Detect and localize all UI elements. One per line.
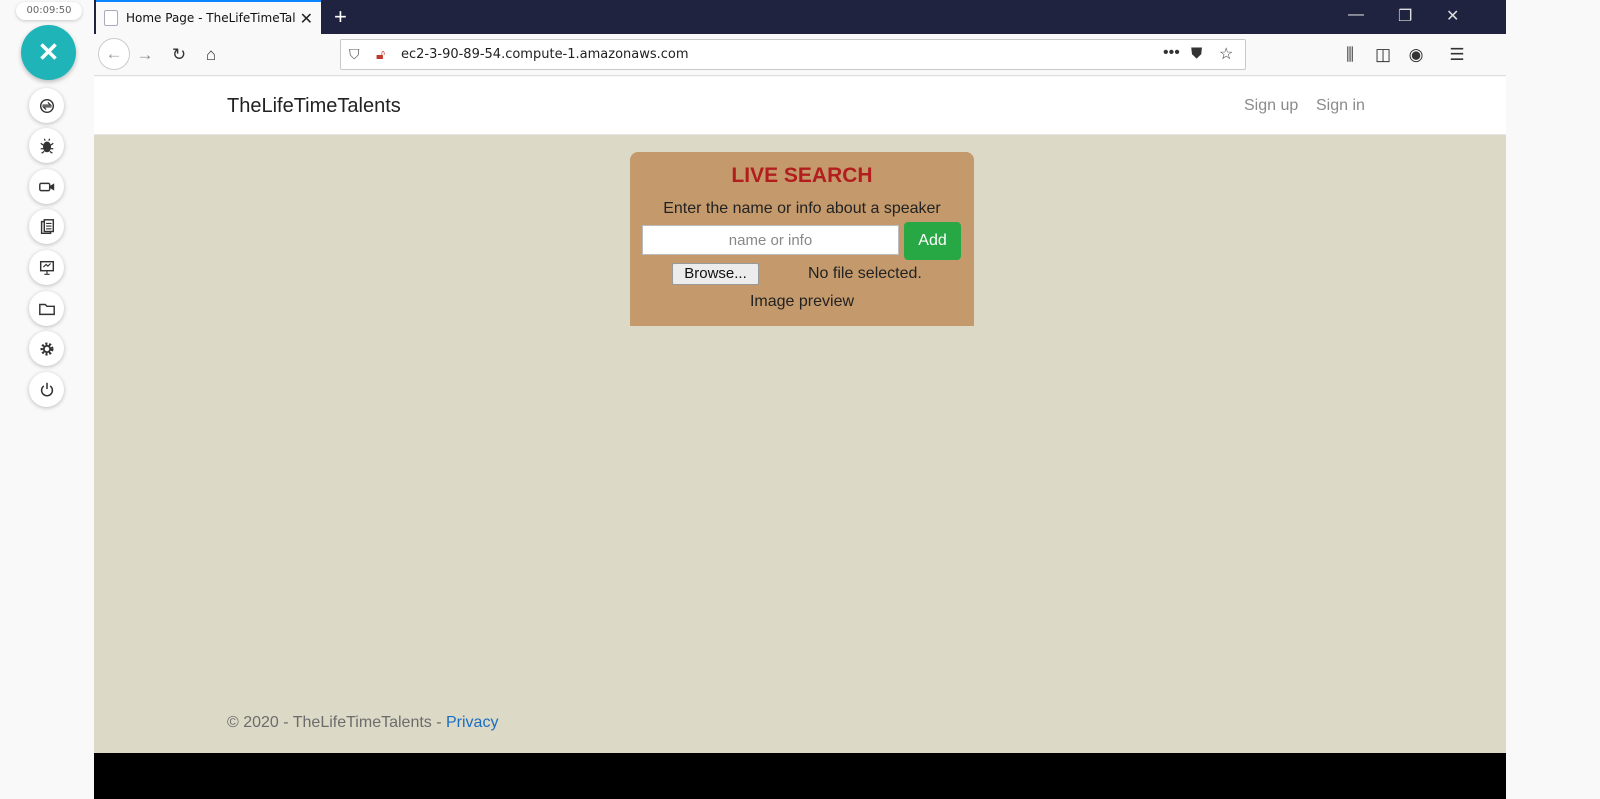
- privacy-link[interactable]: Privacy: [446, 714, 498, 731]
- bookmark-star-icon[interactable]: ☆: [1219, 44, 1233, 64]
- library-icon[interactable]: ⫼: [1339, 44, 1361, 66]
- site-brand[interactable]: TheLifeTimeTalents: [227, 95, 401, 118]
- image-preview-label: Image preview: [749, 293, 855, 310]
- power-icon[interactable]: [29, 372, 64, 407]
- add-button[interactable]: Add: [904, 222, 961, 260]
- home-icon[interactable]: ⌂: [200, 44, 222, 66]
- forward-arrow-icon[interactable]: →: [134, 44, 156, 66]
- browser-nav-bar: ← → ↻ ⌂ ⛉ 🔓︎ ec2-3-90-89-54.compute-1.am…: [94, 34, 1506, 76]
- live-search-card: LIVE SEARCH Enter the name or info about…: [630, 152, 974, 326]
- reload-icon[interactable]: ↻: [168, 44, 190, 66]
- recorder-toolbar: 00:09:50 ✕: [0, 0, 94, 799]
- gear-icon[interactable]: [29, 331, 64, 366]
- account-icon[interactable]: ◉: [1405, 44, 1427, 66]
- minimize-icon[interactable]: —: [1348, 6, 1364, 24]
- close-icon[interactable]: ✕: [21, 25, 76, 80]
- search-input[interactable]: [642, 225, 899, 255]
- window-close-icon[interactable]: ✕: [1446, 6, 1459, 26]
- back-arrow-icon[interactable]: ←: [98, 38, 130, 70]
- bug-icon[interactable]: [29, 128, 64, 163]
- menu-icon[interactable]: ☰: [1446, 44, 1468, 66]
- tab-close-icon[interactable]: ✕: [300, 9, 313, 29]
- restore-icon[interactable]: ❐: [1398, 6, 1412, 26]
- clipboard-icon[interactable]: [29, 209, 64, 244]
- url-text[interactable]: ec2-3-90-89-54.compute-1.amazonaws.com: [401, 47, 689, 62]
- sync-icon[interactable]: [29, 88, 64, 123]
- browser-tab-bar: Home Page - TheLifeTimeTalents ✕ + — ❐ ✕: [94, 0, 1506, 34]
- copyright-text: © 2020 - TheLifeTimeTalents -: [227, 714, 446, 731]
- tab-title: Home Page - TheLifeTimeTalents: [126, 11, 296, 25]
- browse-button[interactable]: Browse...: [672, 263, 759, 285]
- insecure-lock-icon[interactable]: 🔓︎: [376, 46, 385, 63]
- file-status: No file selected.: [808, 265, 922, 282]
- folder-icon[interactable]: [29, 291, 64, 326]
- search-title: LIVE SEARCH: [731, 164, 873, 187]
- signin-link[interactable]: Sign in: [1316, 97, 1365, 115]
- sidebar-icon[interactable]: ◫: [1372, 44, 1394, 66]
- site-header: TheLifeTimeTalents Sign up Sign in: [94, 77, 1506, 135]
- page-icon: [104, 10, 118, 26]
- pocket-icon[interactable]: ⛊: [1191, 45, 1202, 62]
- recording-timer: 00:09:50: [16, 2, 82, 20]
- search-hint: Enter the name or info about a speaker: [663, 200, 941, 217]
- video-icon[interactable]: [29, 169, 64, 204]
- new-tab-icon[interactable]: +: [334, 4, 347, 30]
- bottom-bar: [94, 753, 1506, 799]
- site-footer: © 2020 - TheLifeTimeTalents - Privacy: [227, 714, 498, 732]
- presentation-icon[interactable]: [29, 250, 64, 285]
- web-page: TheLifeTimeTalents Sign up Sign in LIVE …: [94, 77, 1506, 799]
- browser-tab[interactable]: Home Page - TheLifeTimeTalents ✕: [96, 0, 321, 34]
- address-bar[interactable]: ⛉ 🔓︎ ec2-3-90-89-54.compute-1.amazonaws.…: [340, 39, 1246, 70]
- more-actions-icon[interactable]: •••: [1163, 44, 1180, 62]
- shield-icon[interactable]: ⛉: [349, 46, 360, 63]
- signup-link[interactable]: Sign up: [1244, 97, 1298, 115]
